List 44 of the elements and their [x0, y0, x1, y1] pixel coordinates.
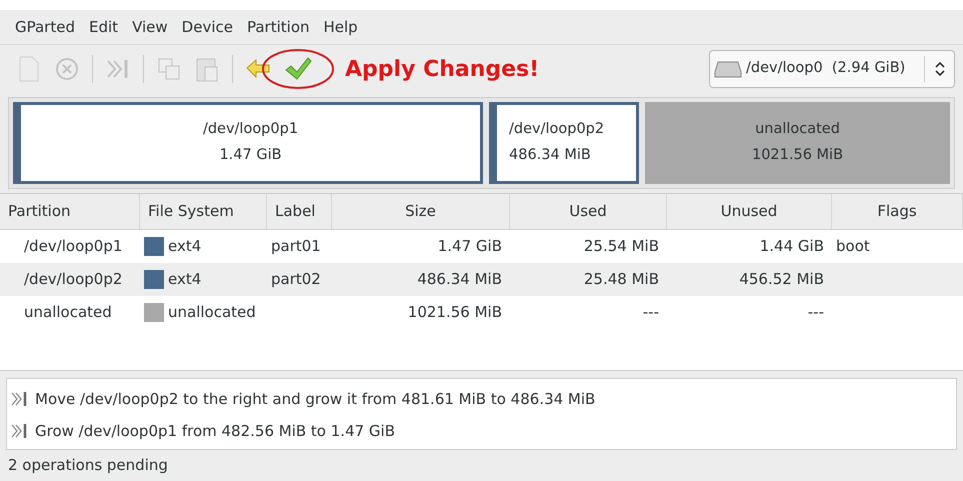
column-header[interactable]: File System	[140, 194, 267, 229]
partition-segment[interactable]: /dev/loop0p1 1.47 GiB	[13, 102, 483, 184]
partition-row[interactable]: /dev/loop0p2 ext4 part02 486.34 MiB 25.48 MiB 456.52 MiB	[0, 263, 963, 296]
undo-arrow-icon[interactable]	[245, 58, 271, 80]
status-text: 2 operations pending	[8, 454, 168, 476]
column-header[interactable]: Flags	[832, 194, 963, 229]
menu-item[interactable]: Edit	[82, 12, 126, 42]
column-header[interactable]: Used	[510, 194, 667, 229]
table-cell-text: 25.54 MiB	[582, 236, 660, 258]
table-cell-text: boot	[835, 236, 871, 258]
operation-icon	[11, 390, 29, 408]
table-cell-text: 456.52 MiB	[738, 269, 825, 290]
table-cell-text: 486.34 MiB	[416, 269, 503, 290]
table-cell-text: unallocated	[168, 302, 256, 324]
table-cell-text: 1.44 GiB	[758, 236, 825, 258]
table-cell-text: ---	[806, 302, 825, 324]
annotation-text: Apply Changes!	[345, 56, 540, 84]
column-header[interactable]: Unused	[667, 194, 832, 229]
table-cell-text: unallocated	[23, 302, 113, 324]
menu-item[interactable]: Partition	[240, 12, 316, 42]
table-cell-text: part02	[270, 269, 322, 290]
table-cell-text: 25.48 MiB	[582, 269, 660, 290]
table-cell-text: part01	[270, 236, 322, 258]
table-cell-text: ext4	[168, 236, 202, 258]
column-header[interactable]: Size	[332, 194, 510, 229]
column-header[interactable]: Partition	[0, 194, 140, 229]
operation-item[interactable]: Move /dev/loop0p2 to the right and grow it from 481.61 MiB to 486.34 MiB	[35, 388, 596, 410]
menu-item[interactable]: Device	[174, 12, 240, 42]
table-cell-text: /dev/loop0p2	[23, 269, 124, 290]
table-cell-text: ---	[642, 302, 660, 324]
table-cell-text: /dev/loop0p1	[23, 236, 124, 258]
updown-chevron-icon	[934, 61, 944, 77]
table-cell-text: 1021.56 MiB	[406, 302, 503, 324]
menu-item[interactable]: GParted	[8, 12, 82, 42]
table-cell-text: 1.47 GiB	[436, 236, 503, 258]
menu-item[interactable]: Help	[316, 12, 365, 42]
operation-item[interactable]: Grow /dev/loop0p1 from 482.56 MiB to 1.47 GiB	[35, 420, 395, 442]
partition-segment[interactable]: /dev/loop0p2 486.34 MiB	[489, 102, 639, 184]
operation-icon	[11, 422, 29, 440]
device-selector[interactable]: /dev/loop0 (2.94 GiB)	[709, 50, 955, 88]
table-cell-text: ext4	[168, 269, 202, 290]
unallocated-segment[interactable]: unallocated 1021.56 MiB	[645, 102, 950, 184]
menu-item[interactable]: View	[125, 12, 175, 42]
column-header[interactable]: Label	[267, 194, 332, 229]
